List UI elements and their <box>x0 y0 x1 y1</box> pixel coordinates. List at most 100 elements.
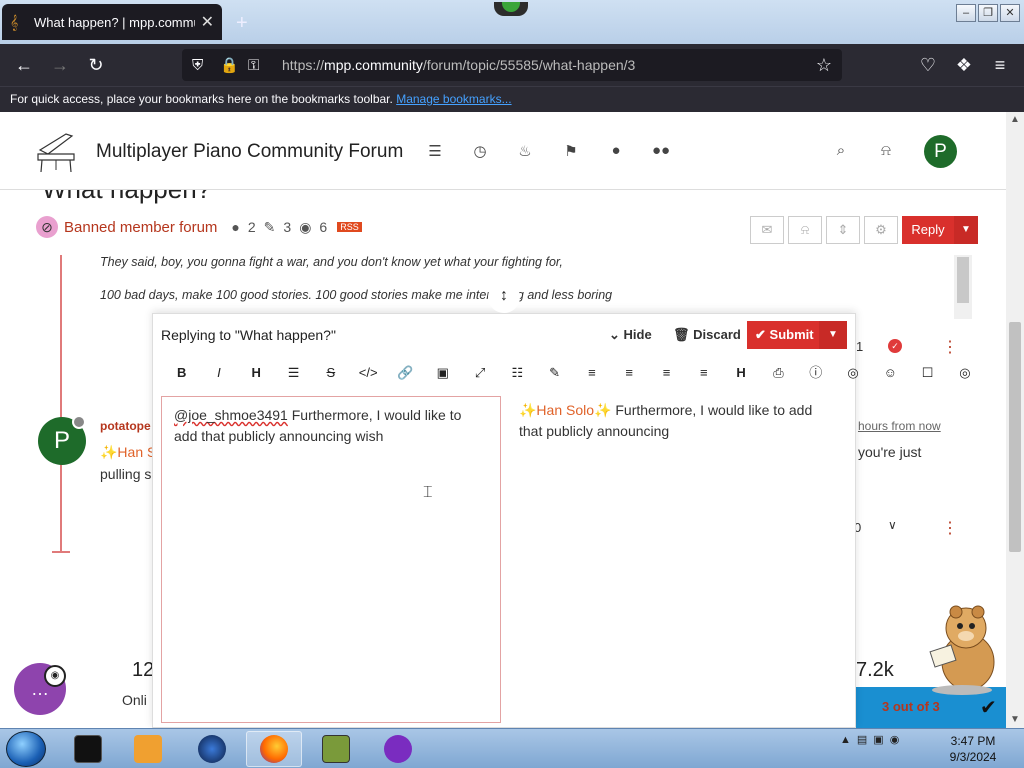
watch-bell-icon[interactable]: ⍾ <box>788 216 822 244</box>
align-right-icon[interactable]: ≡ <box>648 362 685 384</box>
key-icon[interactable]: ⚿ <box>248 57 272 74</box>
discard-button[interactable]: 🗑 Discard <box>673 327 741 343</box>
recent-icon[interactable]: ◷ <box>469 142 491 164</box>
post-avatar[interactable]: P <box>38 415 86 465</box>
code-icon[interactable]: </> <box>349 362 386 384</box>
mark-unread-icon[interactable]: ✉ <box>750 216 784 244</box>
reload-icon[interactable]: ↻ <box>83 52 109 78</box>
minimize-button[interactable]: – <box>956 4 976 22</box>
post-username[interactable]: potatope <box>100 419 151 433</box>
list-icon[interactable]: ☰ <box>275 362 312 384</box>
eye-icon[interactable]: ◎ <box>946 362 983 384</box>
emoji-icon[interactable]: ☺ <box>872 362 909 384</box>
site-title[interactable]: Multiplayer Piano Community Forum <box>96 141 403 163</box>
align-justify-icon[interactable]: ≡ <box>685 362 722 384</box>
submit-button[interactable]: ✔ Submit <box>747 321 819 349</box>
pocket-icon[interactable]: ♡ <box>915 52 941 78</box>
window-controls: – ❐ ✕ <box>956 4 1020 22</box>
popular-icon[interactable]: ♨ <box>514 142 536 164</box>
new-tab-button[interactable]: + <box>236 12 248 35</box>
bold-icon[interactable]: B <box>163 362 200 384</box>
post-scrollbar[interactable] <box>954 255 972 319</box>
users-icon[interactable]: ● <box>605 142 627 164</box>
link-icon[interactable]: 🔗 <box>387 362 424 384</box>
heading-icon[interactable]: H <box>238 362 275 384</box>
header-icon[interactable]: H <box>722 362 759 384</box>
url-text[interactable]: https://mpp.community/forum/topic/55585/… <box>282 57 816 73</box>
forward-icon[interactable]: → <box>47 52 73 78</box>
settings-gear-icon[interactable]: ⚙ <box>864 216 898 244</box>
pen-icon[interactable]: ✎ <box>536 362 573 384</box>
category-link[interactable]: Banned member forum <box>64 219 217 236</box>
strikethrough-icon[interactable]: S <box>312 362 349 384</box>
scroll-down-icon[interactable]: ▼ <box>1010 714 1020 725</box>
scrollbar-thumb[interactable] <box>1009 322 1021 552</box>
reply-button[interactable]: Reply <box>902 216 954 244</box>
site-favicon-icon: 𝄞 <box>10 13 19 30</box>
italic-icon[interactable]: I <box>200 362 237 384</box>
address-bar[interactable]: ⛨ 🔒 ⚿ https://mpp.community/forum/topic/… <box>182 49 842 81</box>
info-icon[interactable]: ⓘ <box>797 362 834 384</box>
scroll-up-icon[interactable]: ▲ <box>1010 114 1020 125</box>
menu-icon[interactable]: ≡ <box>987 52 1013 78</box>
shield-icon[interactable]: ⛨ <box>192 57 216 74</box>
reply-textarea[interactable]: @joe_shmoe3491 Furthermore, I would like… <box>161 396 501 723</box>
hide-preview-icon[interactable]: ◎ <box>834 362 871 384</box>
post-menu-icon[interactable]: ⋮ <box>942 518 958 538</box>
taskbar-clock[interactable]: 3:47 PM 9/3/2024 <box>938 733 1008 765</box>
reply-dropdown-icon[interactable]: ▼ <box>954 216 978 244</box>
categories-icon[interactable]: ☰ <box>424 142 446 164</box>
chart-icon[interactable]: ☷ <box>499 362 536 384</box>
hide-button[interactable]: ⌄ Hide <box>609 327 652 343</box>
sort-icon[interactable]: ⇕ <box>826 216 860 244</box>
extensions-icon[interactable]: ❖ <box>951 52 977 78</box>
align-center-icon[interactable]: ≡ <box>611 362 648 384</box>
resize-drag-handle-icon[interactable]: ↕ <box>488 281 520 313</box>
taskbar-terminal-icon[interactable] <box>60 731 116 767</box>
taskbar-globe-icon[interactable] <box>184 731 240 767</box>
manage-bookmarks-link[interactable]: Manage bookmarks... <box>396 92 511 106</box>
post-timestamp[interactable]: hours from now <box>858 419 941 433</box>
url-path: /forum/topic/55585/what-happen/3 <box>422 57 636 73</box>
taskbar-game-box-icon[interactable] <box>308 731 364 767</box>
lock-icon[interactable]: 🔒 <box>220 56 244 74</box>
align-left-icon[interactable]: ≡ <box>573 362 610 384</box>
file-icon[interactable]: ⎙ <box>760 362 797 384</box>
url-domain: mpp.community <box>324 57 423 73</box>
image-icon[interactable]: ▣ <box>424 362 461 384</box>
taskbar-firefox-icon[interactable] <box>246 731 302 767</box>
tray-volume-icon[interactable]: ◉ <box>890 733 900 746</box>
back-icon[interactable]: ← <box>11 52 37 78</box>
thread-end-marker <box>52 551 70 553</box>
rss-icon[interactable]: RSS <box>337 222 362 232</box>
tray-display-icon[interactable]: ▣ <box>873 733 883 746</box>
close-window-button[interactable]: ✕ <box>1000 4 1020 22</box>
search-icon[interactable]: ⌕ <box>830 142 852 164</box>
maximize-button[interactable]: ❐ <box>978 4 998 22</box>
piano-logo-icon[interactable] <box>36 128 78 174</box>
post-menu-icon[interactable]: ⋮ <box>942 337 958 357</box>
close-tab-icon[interactable]: ✕ <box>201 12 214 32</box>
vote-badge-icon[interactable]: ✓ <box>888 339 902 353</box>
start-button-icon[interactable] <box>6 731 46 767</box>
notifications-bell-icon[interactable]: ⍾ <box>875 142 897 164</box>
groups-icon[interactable]: ●● <box>650 142 672 164</box>
tab-title: What happen? | mpp.communi <box>34 14 195 30</box>
banned-category-icon[interactable]: ⊘ <box>36 216 58 238</box>
browser-tab[interactable]: 𝄞 What happen? | mpp.communi ✕ <box>2 4 222 40</box>
taskbar-purple-app-icon[interactable] <box>370 731 426 767</box>
post-mention[interactable]: ✨Han S <box>100 444 156 461</box>
expand-icon[interactable]: ⤢ <box>461 362 498 384</box>
page-scrollbar[interactable]: ▲ ▼ <box>1006 112 1024 728</box>
eye-icon[interactable]: ◉ <box>44 665 66 687</box>
tray-network-icon[interactable]: ▤ <box>857 733 867 746</box>
bookmark-star-icon[interactable]: ☆ <box>816 55 832 76</box>
preview-mention[interactable]: ✨Han Solo✨ <box>519 402 611 418</box>
taskbar-media-player-icon[interactable] <box>120 731 176 767</box>
upload-icon[interactable]: ☐ <box>909 362 946 384</box>
downvote-chevron-icon[interactable]: ∨ <box>888 518 897 532</box>
submit-dropdown-icon[interactable]: ▼ <box>819 321 847 349</box>
tags-icon[interactable]: ⚑ <box>560 142 582 164</box>
user-avatar[interactable]: P <box>924 135 957 168</box>
tray-expand-icon[interactable]: ▲ <box>840 734 851 746</box>
